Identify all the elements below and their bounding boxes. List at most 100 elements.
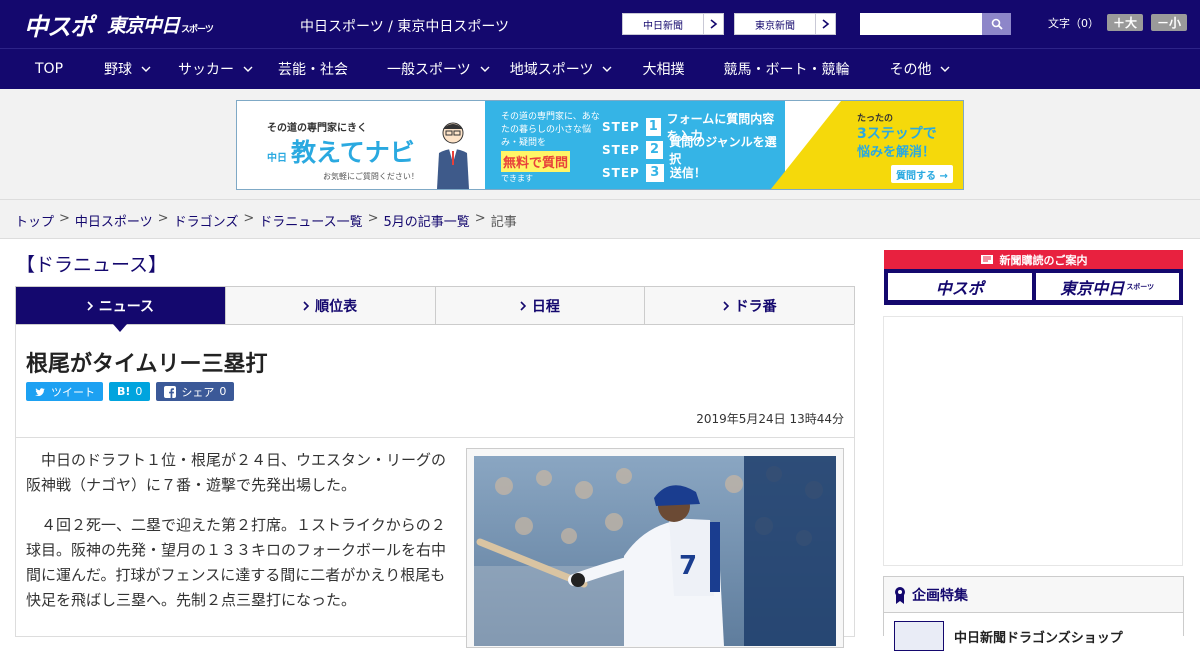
step-text: 質問のジャンルを選択	[669, 134, 777, 166]
tab-dora-ban[interactable]: ドラ番	[645, 287, 854, 324]
tweet-button[interactable]: ツイート	[26, 382, 103, 401]
tweet-label: ツイート	[51, 385, 95, 399]
tab-label: ニュース	[98, 298, 155, 315]
nav-label: TOP	[35, 61, 64, 77]
chevron-right-icon	[520, 300, 526, 311]
hatena-bookmark-button[interactable]: B! 0	[109, 382, 151, 401]
site-names[interactable]: 中日スポーツ / 東京中日スポーツ	[300, 16, 509, 36]
article-header: 根尾がタイムリー三塁打 ツイート B! 0 シェア 0 2019年5月24日 1…	[15, 324, 855, 438]
nav-sumo[interactable]: 大相撲	[642, 49, 684, 90]
nav-general-sports[interactable]: 一般スポーツ	[387, 49, 490, 90]
breadcrumb-link[interactable]: 中日スポーツ	[75, 211, 153, 230]
chevron-right-icon	[87, 300, 93, 311]
banner-brand: 中日 教えてナビ	[267, 133, 415, 169]
tab-standings[interactable]: 順位表	[225, 287, 436, 324]
tokyo-chunichi-subscribe-button[interactable]: 東京中日 スポーツ	[1035, 273, 1179, 300]
facebook-share-button[interactable]: シェア 0	[156, 382, 235, 401]
step-number: 3	[645, 163, 664, 182]
nav-label: 野球	[104, 62, 133, 78]
newspaper-icon	[980, 255, 993, 264]
batter-photo-icon: 7	[474, 456, 836, 646]
nav-label: 一般スポーツ	[387, 62, 471, 78]
nav-baseball[interactable]: 野球	[104, 49, 151, 90]
tab-label: ドラ番	[734, 298, 777, 315]
chuspo-subscribe-button[interactable]: 中スポ	[888, 273, 1032, 300]
facebook-icon	[164, 385, 177, 398]
breadcrumb-link[interactable]: トップ	[15, 211, 54, 230]
font-size-control: 文字（0） ＋大 －小	[1048, 14, 1188, 31]
logo-chuspo: 中スポ	[24, 12, 94, 41]
feature-title: 企画特集	[912, 587, 968, 604]
paper-button-label: 中スポ	[935, 278, 984, 298]
nav-racing[interactable]: 競馬・ボート・競輪	[723, 49, 849, 90]
nav-entertainment[interactable]: 芸能・社会	[278, 49, 348, 90]
step-number: 2	[645, 140, 664, 159]
breadcrumb: トップ > 中日スポーツ > ドラゴンズ > ドラニュース一覧 > 5月の記事一覧 > 記…	[15, 211, 517, 230]
font-smaller-button[interactable]: －小	[1151, 14, 1188, 31]
facebook-share-count: 0	[219, 385, 227, 398]
article-date: 2019年5月24日 13時44分	[696, 412, 844, 426]
feature-item[interactable]: 中日新聞ドラゴンズショップ	[884, 613, 1183, 659]
banner-ask-button[interactable]: 質問する →	[891, 165, 953, 183]
tab-news[interactable]: ニュース	[16, 287, 226, 332]
search-button[interactable]	[982, 13, 1011, 35]
breadcrumb-current: 記事	[490, 215, 517, 230]
main-nav: TOP 野球 サッカー 芸能・社会 一般スポーツ 地域スポーツ 大相撲 競馬・ボ…	[0, 48, 1200, 89]
sidebar-ad-slot	[883, 316, 1183, 566]
breadcrumb-link[interactable]: ドラゴンズ	[174, 211, 239, 230]
subscription-box: 新聞購読のご案内 中スポ 東京中日 スポーツ	[884, 250, 1183, 305]
breadcrumb-bar: トップ > 中日スポーツ > ドラゴンズ > ドラニュース一覧 > 5月の記事一覧 > 記…	[0, 199, 1200, 239]
banner-brand-text: 教えてナビ	[291, 138, 415, 167]
site-logo[interactable]: 中スポ 東京中日 スポーツ	[24, 8, 214, 41]
chevron-right-icon	[303, 300, 310, 311]
nav-label: その他	[889, 62, 932, 78]
oshiete-navi-banner[interactable]: その道の専門家にきく 中日 教えてナビ お気軽にご質問ください！ その道の専門家に…	[236, 100, 964, 190]
article-photo[interactable]: 7	[474, 456, 836, 646]
step-label: STEP	[602, 165, 640, 180]
nav-soccer[interactable]: サッカー	[178, 49, 253, 90]
paper-link-label: 中日新聞	[643, 20, 683, 32]
paper-button-small: スポーツ	[1126, 282, 1155, 291]
nav-top[interactable]: TOP	[35, 49, 63, 90]
article-paragraph: 中日のドラフト１位・根尾が２４日、ウエスタン・リーグの阪神戦（ナゴヤ）に７番・遊…	[26, 451, 447, 494]
article-paragraph: ４回２死一、二塁で迎えた第２打席。１ストライクからの２球目。阪神の先発・望月の１…	[26, 516, 447, 609]
breadcrumb-link[interactable]: ドラニュース一覧	[259, 211, 362, 230]
breadcrumb-link[interactable]: 5月の記事一覧	[384, 211, 470, 230]
top-header: 中スポ 東京中日 スポーツ 中日スポーツ / 東京中日スポーツ 中日新聞 東京新聞…	[0, 0, 1200, 48]
tokyo-shimbun-link[interactable]: 東京新聞	[734, 13, 836, 35]
hatena-icon: B!	[117, 385, 131, 398]
chevron-down-icon	[141, 66, 151, 72]
nav-other[interactable]: その他	[889, 49, 950, 90]
breadcrumb-sep: >	[474, 211, 486, 226]
tab-label: 順位表	[315, 298, 358, 315]
search-input[interactable]	[860, 13, 982, 35]
section-tabs: ニュース 順位表 日程 ドラ番	[15, 286, 855, 332]
step-text: 送信！	[669, 166, 706, 180]
nav-label: 芸能・社会	[278, 62, 349, 78]
banner-right-t3: 悩みを解消！	[857, 145, 936, 160]
nav-local-sports[interactable]: 地域スポーツ	[510, 49, 613, 90]
breadcrumb-sep: >	[157, 211, 169, 226]
font-larger-button[interactable]: ＋大	[1107, 14, 1144, 31]
chunichi-shimbun-link[interactable]: 中日新聞	[622, 13, 724, 35]
step-number: 1	[645, 117, 661, 136]
expert-illustration-icon	[437, 122, 469, 189]
chevron-down-icon	[940, 66, 950, 72]
article-text: 中日のドラフト１位・根尾が２４日、ウエスタン・リーグの阪神戦（ナゴヤ）に７番・遊…	[26, 448, 448, 628]
article-photo-frame: 7	[466, 448, 844, 648]
tab-schedule[interactable]: 日程	[435, 287, 646, 324]
subscription-header[interactable]: 新聞購読のご案内	[884, 250, 1183, 269]
banner-step: STEP 2 質問のジャンルを選択	[602, 135, 785, 166]
banner-brand-small: 中日	[267, 153, 287, 164]
nav-label: 大相撲	[642, 62, 685, 78]
banner-right-t2: 3ステップで	[857, 126, 937, 142]
tab-label: 日程	[531, 298, 560, 315]
feature-item-label: 中日新聞ドラゴンズショップ	[954, 630, 1123, 646]
logo-sub-text: 東京中日	[107, 14, 180, 37]
nav-label: 地域スポーツ	[509, 62, 594, 78]
nav-label: サッカー	[178, 62, 235, 78]
banner-footnote: お気軽にご質問ください！	[323, 172, 419, 181]
chevron-right-icon	[723, 300, 729, 311]
logo-sub-small: スポーツ	[181, 24, 214, 35]
breadcrumb-sep: >	[367, 211, 379, 226]
